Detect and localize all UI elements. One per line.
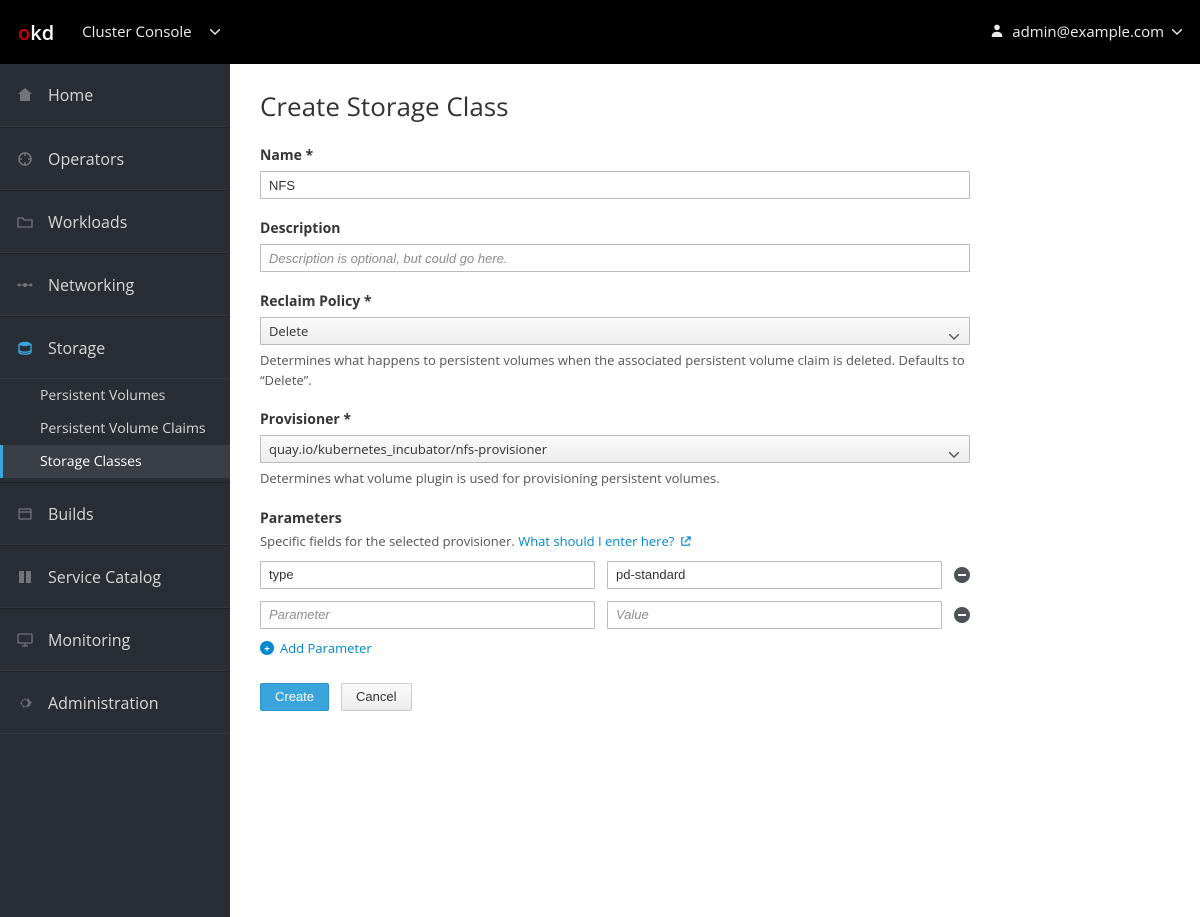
console-selector-label: Cluster Console [82,22,191,42]
sidebar-item-label: Home [48,84,93,106]
parameters-help-link-text: What should I enter here? [518,532,674,550]
sidebar-item-networking[interactable]: Networking [0,253,230,316]
sidebar-item-label: Monitoring [48,629,130,651]
reclaim-policy-help: Determines what happens to persistent vo… [260,351,970,390]
reclaim-policy-select[interactable]: Delete [260,317,970,345]
chevron-down-icon [1172,29,1182,35]
description-input[interactable] [260,244,970,272]
sidebar-item-label: Builds [48,503,94,525]
parameter-value-input[interactable] [607,561,942,589]
chevron-down-icon [949,326,959,336]
remove-parameter-button[interactable] [954,607,970,623]
sidebar-item-label: Networking [48,274,134,296]
builds-icon [16,505,34,523]
sidebar-item-monitoring[interactable]: Monitoring [0,608,230,671]
sidebar-sub-pv[interactable]: Persistent Volumes [0,379,230,412]
brand-logo: okd [18,19,54,46]
home-icon [16,86,34,104]
sidebar-item-label: Storage [48,337,105,359]
parameters-desc-text: Specific fields for the selected provisi… [260,532,518,550]
sidebar-item-label: Service Catalog [48,566,161,588]
storage-icon [16,339,34,357]
reclaim-policy-value: Delete [269,322,308,340]
add-parameter-label: Add Parameter [280,639,372,657]
sidebar-item-label: Administration [48,692,159,714]
sidebar-item-home[interactable]: Home [0,64,230,127]
top-bar: okd Cluster Console admin@example.com [0,0,1200,64]
parameters-description: Specific fields for the selected provisi… [260,532,970,551]
user-menu-label: admin@example.com [1012,22,1164,42]
cancel-button[interactable]: Cancel [341,683,411,711]
sidebar-subnav-storage: Persistent Volumes Persistent Volume Cla… [0,379,230,482]
chevron-down-icon [949,444,959,454]
catalog-icon [16,568,34,586]
provisioner-help: Determines what volume plugin is used fo… [260,469,970,489]
sidebar-item-operators[interactable]: Operators [0,127,230,190]
sidebar-item-label: Workloads [48,211,127,233]
user-menu[interactable]: admin@example.com [990,22,1182,42]
parameter-value-input[interactable] [607,601,942,629]
parameters-help-link[interactable]: What should I enter here? [518,532,691,550]
sidebar: Home Operators Workloads Networking [0,64,230,917]
sidebar-item-builds[interactable]: Builds [0,482,230,545]
sidebar-sub-pvc[interactable]: Persistent Volume Claims [0,412,230,445]
user-icon [990,22,1004,42]
folder-icon [16,213,34,231]
name-input[interactable] [260,171,970,199]
main-content: Create Storage Class Name * Description … [230,64,1200,917]
sidebar-item-storage[interactable]: Storage [0,316,230,379]
create-storage-class-form: Name * Description Reclaim Policy * Dele… [260,146,970,711]
plus-icon: + [260,641,274,655]
brand-o: o [18,19,30,46]
add-parameter-button[interactable]: + Add Parameter [260,639,970,657]
brand-k: k [30,19,41,46]
chevron-down-icon [210,29,220,35]
parameters-label: Parameters [260,509,970,528]
parameter-row [260,561,970,589]
parameter-key-input[interactable] [260,561,595,589]
remove-parameter-button[interactable] [954,567,970,583]
operators-icon [16,150,34,168]
create-button[interactable]: Create [260,683,329,711]
provisioner-label: Provisioner * [260,410,970,429]
sidebar-item-administration[interactable]: Administration [0,671,230,734]
provisioner-select[interactable]: quay.io/kubernetes_incubator/nfs-provisi… [260,435,970,463]
gear-icon [16,694,34,712]
parameter-row [260,601,970,629]
monitor-icon [16,631,34,649]
sidebar-sub-storage-classes[interactable]: Storage Classes [0,445,230,478]
parameter-key-input[interactable] [260,601,595,629]
provisioner-value: quay.io/kubernetes_incubator/nfs-provisi… [269,440,547,458]
brand-d: d [42,19,54,46]
sidebar-item-service-catalog[interactable]: Service Catalog [0,545,230,608]
network-icon [16,276,34,294]
external-link-icon [680,533,691,551]
page-title: Create Storage Class [260,88,1170,124]
console-selector[interactable]: Cluster Console [82,22,219,42]
name-label: Name * [260,146,970,165]
description-label: Description [260,219,970,238]
sidebar-item-workloads[interactable]: Workloads [0,190,230,253]
sidebar-item-label: Operators [48,148,124,170]
reclaim-policy-label: Reclaim Policy * [260,292,970,311]
